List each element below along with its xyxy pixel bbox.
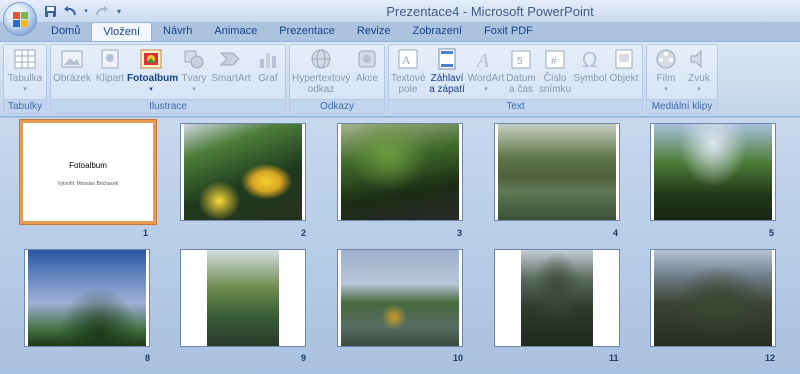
obrazek-button[interactable]: Obrázek <box>53 47 91 99</box>
svg-text:A: A <box>475 50 490 71</box>
slide-thumbnail-9[interactable] <box>180 249 306 347</box>
tab-zobrazeni[interactable]: Zobrazení <box>401 22 473 42</box>
tab-domu[interactable]: Domů <box>40 22 91 42</box>
zahlavi-a-zapati-button[interactable]: Záhlaví a zápatí <box>427 47 467 99</box>
slide-number-icon: # <box>545 50 565 69</box>
slide-number-4: 4 <box>613 228 619 238</box>
group-odkazy: Hypertextový odkaz Akce Odkazy <box>289 44 385 114</box>
header-footer-icon <box>438 48 456 70</box>
slide-number-12: 12 <box>765 353 776 363</box>
group-text: A Textové pole Záhlaví a zápatí A WordArt ▾… <box>388 44 643 114</box>
slide-9-photo <box>207 250 279 346</box>
slide-number-1: 1 <box>143 228 149 238</box>
slide-thumbnail-5[interactable] <box>650 123 776 221</box>
slide-thumbnail-1[interactable]: Fotoalbum Vytvořil: Miroslav Brichacek <box>20 120 156 224</box>
photo-album-icon <box>140 49 162 69</box>
hyperlink-icon <box>311 49 331 69</box>
slide-thumbnail-3[interactable] <box>337 123 463 221</box>
smartart-button[interactable]: SmartArt <box>211 47 251 99</box>
slide-sorter: Fotoalbum Vytvořil: Miroslav Brichacek 1… <box>0 118 800 374</box>
picture-icon <box>61 50 83 68</box>
tab-navrh[interactable]: Návrh <box>152 22 203 42</box>
slide-number-3: 3 <box>457 228 463 238</box>
klipart-button[interactable]: Klipart <box>93 47 127 99</box>
svg-text:A: A <box>402 53 411 67</box>
wordart-button[interactable]: A WordArt ▾ <box>467 47 505 99</box>
objekt-button[interactable]: Objekt <box>607 47 641 99</box>
slide-5-photo <box>654 124 772 220</box>
akce-button[interactable]: Akce <box>352 47 382 99</box>
omega-icon: Ω <box>582 48 597 71</box>
group-tabulky: Tabulka ▾ Tabulky <box>3 44 47 114</box>
slide-11-photo <box>521 250 593 346</box>
slide-thumbnail-10[interactable] <box>337 249 463 347</box>
slide-12-photo <box>654 250 772 346</box>
group-label-media: Mediální klipy <box>647 99 717 113</box>
tvary-button[interactable]: Tvary ▾ <box>177 47 211 99</box>
fotoalbum-button[interactable]: Fotoalbum ▾ <box>127 47 178 99</box>
slide-number-2: 2 <box>301 228 307 238</box>
slide-thumbnail-2[interactable] <box>180 123 306 221</box>
svg-text:5: 5 <box>517 56 523 67</box>
slide-number-8: 8 <box>145 353 151 363</box>
slide-number-9: 9 <box>301 353 307 363</box>
slide-number-11: 11 <box>609 353 619 363</box>
slide-4-photo <box>498 124 616 220</box>
wordart-icon: A <box>475 50 490 71</box>
slide-thumbnail-12[interactable] <box>650 249 776 347</box>
clipart-icon <box>101 49 119 69</box>
slide-number-5: 5 <box>769 228 775 238</box>
date-time-icon: 5 <box>511 50 531 69</box>
ribbon: Tabulka ▾ Tabulky Obrázek Klipart Fotoalb… <box>0 41 800 117</box>
group-label-odkazy: Odkazy <box>290 99 384 113</box>
slide-10-photo <box>341 250 459 346</box>
chart-icon <box>260 53 276 68</box>
smartart-icon <box>219 52 240 66</box>
table-icon <box>14 49 36 69</box>
group-label-text: Text <box>389 99 642 113</box>
tab-prezentace[interactable]: Prezentace <box>268 22 346 42</box>
cislo-snimku-button[interactable]: # Číslo snímku <box>537 47 573 99</box>
ribbon-tabs: Domů Vložení Návrh Animace Prezentace Re… <box>40 22 544 42</box>
tab-animace[interactable]: Animace <box>203 22 268 42</box>
office-logo-icon <box>13 12 29 28</box>
datum-a-cas-button[interactable]: 5 Datum a čas <box>505 47 537 99</box>
slide-1-title: Fotoalbum <box>69 161 107 170</box>
title-bar: ▾ ▾ Prezentace4 - Microsoft PowerPoint <box>0 0 800 22</box>
group-ilustrace: Obrázek Klipart Fotoalbum ▾ Tvary ▾ SmartA… <box>50 44 286 114</box>
group-medialni-klipy: Film ▾ Zvuk ▾ Mediální klipy <box>646 44 718 114</box>
slide-3-photo <box>341 124 459 220</box>
film-button[interactable]: Film ▾ <box>649 47 683 99</box>
slide-2-photo <box>184 124 302 220</box>
graf-button[interactable]: Graf <box>253 47 283 99</box>
tabulka-button[interactable]: Tabulka ▾ <box>6 47 44 99</box>
group-label-tabulky: Tabulky <box>4 99 46 113</box>
speaker-icon <box>690 49 702 69</box>
svg-text:Ω: Ω <box>582 48 597 71</box>
slide-1-subtitle: Vytvořil: Miroslav Brichacek <box>57 181 119 187</box>
tab-revize[interactable]: Revize <box>346 22 402 42</box>
zvuk-button[interactable]: Zvuk ▾ <box>683 47 715 99</box>
film-icon <box>656 49 676 69</box>
tab-foxit-pdf[interactable]: Foxit PDF <box>473 22 544 42</box>
hypertextovy-odkaz-button[interactable]: Hypertextový odkaz <box>292 47 350 99</box>
text-box-icon: A <box>398 49 418 69</box>
svg-text:#: # <box>551 56 557 67</box>
slide-thumbnail-8[interactable] <box>24 249 150 347</box>
object-icon <box>615 49 633 69</box>
action-icon <box>358 50 376 68</box>
slide-thumbnail-11[interactable] <box>494 249 620 347</box>
shapes-icon <box>184 50 204 69</box>
office-button[interactable] <box>3 2 37 36</box>
symbol-button[interactable]: Ω Symbol <box>573 47 607 99</box>
textove-pole-button[interactable]: A Textové pole <box>391 47 425 99</box>
group-label-ilustrace: Ilustrace <box>51 99 285 113</box>
slide-8-photo <box>28 250 146 346</box>
slide-thumbnail-4[interactable] <box>494 123 620 221</box>
window-title: Prezentace4 - Microsoft PowerPoint <box>386 4 594 19</box>
slide-number-10: 10 <box>453 353 464 363</box>
tab-vlozeni[interactable]: Vložení <box>91 22 153 42</box>
